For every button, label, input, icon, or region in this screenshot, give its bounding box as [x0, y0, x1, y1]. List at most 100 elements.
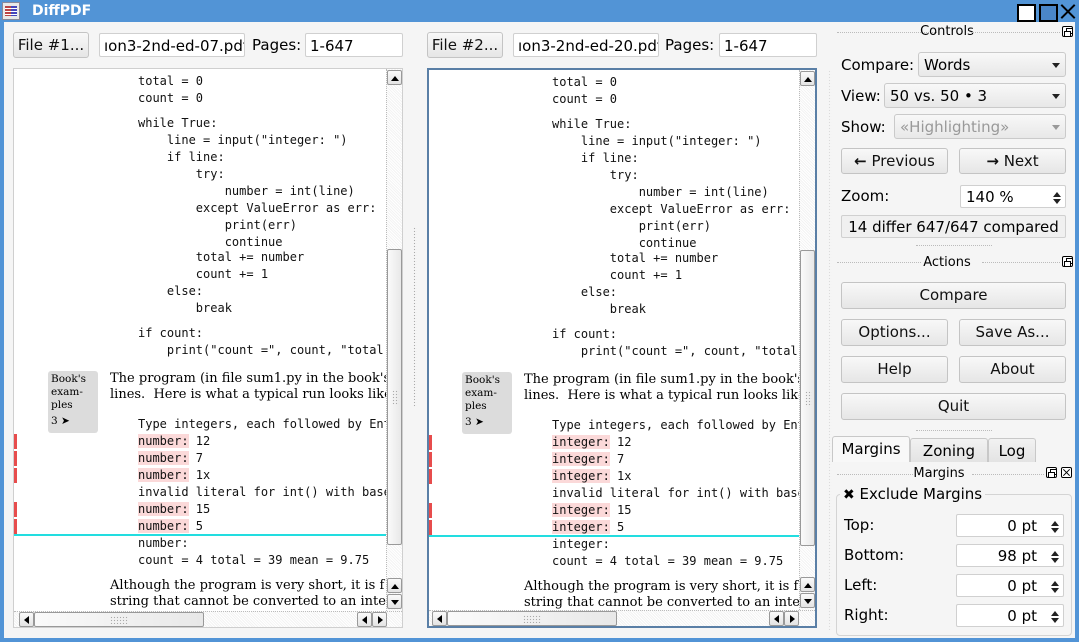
grip-icon [392, 390, 399, 405]
save-as-button[interactable]: Save As... [959, 319, 1066, 346]
spin-up-icon[interactable] [1051, 607, 1059, 616]
code-line: count = 0 [552, 92, 618, 106]
file-2-pages-label: Pages: [665, 36, 715, 54]
left-horizontal-scrollbar[interactable] [14, 611, 402, 627]
left-margin-spinbox[interactable]: 0 pt [956, 574, 1064, 597]
left-vertical-scroll-thumb[interactable] [387, 249, 402, 545]
spin-up-icon[interactable] [1051, 547, 1059, 556]
margin-note-line: 3 ➤ [465, 416, 484, 428]
left-page-down-icon[interactable] [387, 594, 402, 609]
left-scroll-up-icon[interactable] [387, 70, 402, 85]
file-2-name-field[interactable]: ıon3-2nd-ed-20.pdf [513, 33, 659, 57]
spin-down-icon[interactable] [1053, 199, 1061, 208]
right-page-down-icon[interactable] [800, 593, 815, 608]
change-marker [429, 469, 432, 484]
code-line: count = 0 [138, 91, 204, 105]
bottom-margin-spinbox[interactable]: 98 pt [956, 544, 1064, 567]
diff-line: number: 12 [138, 433, 210, 450]
show-mode-select[interactable]: «Highlighting» [894, 114, 1066, 139]
file-1-pages-field[interactable]: 1-647 [305, 33, 403, 57]
close-icon[interactable] [1058, 2, 1078, 20]
minimize-icon[interactable] [1015, 2, 1036, 22]
right-scroll-left-end-icon[interactable] [769, 611, 784, 626]
diff-line: number: 15 [138, 501, 210, 518]
tab-margins[interactable]: Margins [832, 436, 910, 464]
compare-button[interactable]: Compare [841, 282, 1066, 309]
code-line: count += 1 [552, 268, 683, 282]
right-margin-spinbox[interactable]: 0 pt [956, 604, 1064, 627]
file-2-pages-field[interactable]: 1-647 [719, 33, 817, 57]
code-line: total = 0 [138, 74, 204, 88]
left-horizontal-scroll-thumb[interactable] [34, 612, 204, 627]
right-scroll-right-icon[interactable] [784, 611, 799, 626]
spin-down-icon[interactable] [1051, 528, 1059, 537]
file-1-pages-label: Pages: [252, 36, 302, 54]
help-button[interactable]: Help [841, 356, 948, 383]
grip-icon [805, 391, 812, 406]
code-line: except ValueError as err: [552, 202, 791, 216]
prose-line: string that cannot be converted to an in… [110, 594, 386, 609]
diff-line: number: 7 [138, 450, 203, 467]
compare-label: Compare: [841, 53, 914, 77]
right-horizontal-scrollbar[interactable] [429, 610, 815, 626]
spin-up-icon[interactable] [1053, 188, 1061, 197]
right-page-viewer[interactable]: total = 0 count = 0 while True: line = inp… [427, 68, 817, 628]
prose-line: The program (in file sum1.py in the book… [110, 371, 386, 386]
actions-dock-title: Actions [923, 255, 971, 270]
compare-mode-select[interactable]: Words [918, 52, 1066, 77]
exclude-margins-checkbox[interactable]: ✖ Exclude Margins [840, 483, 986, 506]
compare-status: 14 differ 647/647 compared [841, 215, 1066, 238]
left-page-up-icon[interactable] [387, 578, 402, 593]
options-button[interactable]: Options... [841, 319, 948, 346]
margins-float-icon[interactable] [1046, 467, 1057, 478]
right-horizontal-scroll-thumb[interactable] [447, 611, 617, 626]
splitter-handle[interactable] [413, 227, 417, 407]
right-vertical-scroll-thumb[interactable] [800, 250, 815, 546]
left-scroll-left-icon[interactable] [19, 612, 34, 627]
left-page-viewer[interactable]: total = 0 count = 0 while True: line = inp… [13, 68, 403, 628]
spin-up-icon[interactable] [1051, 577, 1059, 586]
margin-note-line: exam- [51, 386, 83, 398]
spin-up-icon[interactable] [1051, 517, 1059, 526]
previous-button[interactable]: ← Previous [841, 148, 948, 174]
diff-highlight: number: [138, 434, 189, 448]
spin-down-icon[interactable] [1051, 618, 1059, 627]
chevron-down-icon [1052, 94, 1060, 103]
app-icon[interactable] [2, 2, 20, 20]
right-page-up-icon[interactable] [800, 577, 815, 592]
controls-float-icon[interactable] [1062, 26, 1073, 37]
zoom-spinbox[interactable]: 140 % [960, 185, 1066, 208]
margins-close-icon[interactable] [1061, 467, 1072, 478]
right-scroll-up-icon[interactable] [800, 71, 815, 86]
diff-value: 7 [609, 452, 625, 466]
right-margin-value: 0 pt [1007, 607, 1037, 625]
right-vertical-scrollbar[interactable] [799, 70, 815, 610]
arrow-right-icon: → [986, 152, 999, 170]
left-vertical-scrollbar[interactable] [386, 69, 402, 611]
file-1-button[interactable]: File #1... [13, 32, 89, 58]
about-button[interactable]: About [959, 356, 1066, 383]
quit-button[interactable]: Quit [841, 393, 1066, 420]
diff-highlight: integer: [552, 503, 610, 517]
diff-highlight: number: [138, 451, 189, 465]
spin-down-icon[interactable] [1051, 588, 1059, 597]
file-1-name-field[interactable]: ıon3-2nd-ed-07.pdf [99, 33, 245, 57]
dock-title-divider [982, 262, 1060, 264]
change-marker [429, 520, 432, 535]
dock-title-divider [837, 262, 921, 264]
next-button[interactable]: → Next [959, 148, 1066, 174]
top-margin-spinbox[interactable]: 0 pt [956, 514, 1064, 537]
tab-zoning[interactable]: Zoning [910, 438, 988, 464]
left-scroll-left-end-icon[interactable] [357, 612, 372, 627]
right-margin-label: Right: [844, 606, 889, 624]
actions-float-icon[interactable] [1062, 256, 1073, 267]
spin-down-icon[interactable] [1051, 558, 1059, 567]
maximize-icon[interactable] [1037, 2, 1058, 24]
left-scroll-right-icon[interactable] [372, 612, 387, 627]
file-2-button[interactable]: File #2... [427, 32, 503, 58]
right-scroll-left-icon[interactable] [432, 611, 447, 626]
tab-log[interactable]: Log [988, 438, 1036, 464]
view-mode-select[interactable]: 50 vs. 50 • 3 [884, 83, 1066, 108]
view-label: View: [841, 84, 881, 108]
tab-label: Log [998, 442, 1026, 460]
